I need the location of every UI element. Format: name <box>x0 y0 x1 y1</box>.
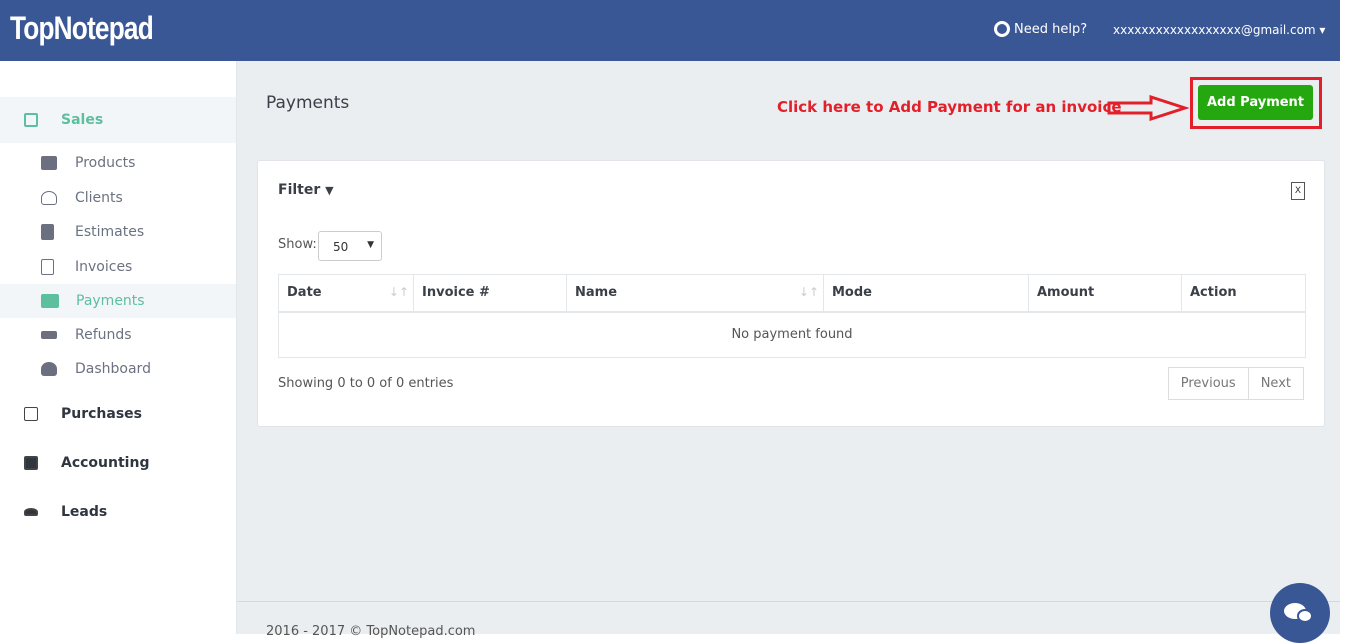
previous-button[interactable]: Previous <box>1167 367 1249 400</box>
label: Invoices <box>75 259 133 275</box>
chat-bubble-icon <box>1297 609 1313 623</box>
help-label: Need help? <box>1014 21 1088 37</box>
file-icon <box>41 224 54 240</box>
page-size-select[interactable]: 50 ▼ <box>318 231 382 261</box>
layers-icon <box>24 113 38 127</box>
empty-message: No payment found <box>278 311 1306 358</box>
label: Products <box>75 155 136 171</box>
excel-export-icon[interactable]: X <box>1291 182 1305 200</box>
page-size-value: 50 <box>333 240 349 254</box>
add-payment-button[interactable]: Add Payment <box>1198 85 1313 120</box>
chat-button[interactable] <box>1270 583 1330 643</box>
column-invoice: Invoice # <box>413 274 567 313</box>
label: Estimates <box>75 224 145 240</box>
column-name[interactable]: Name ↓↑ <box>566 274 824 313</box>
label: Accounting <box>61 455 150 471</box>
arrow-right-icon <box>1107 95 1189 121</box>
help-link[interactable]: Need help? <box>994 21 1087 37</box>
top-bar: TopNotepad Need help? xxxxxxxxxxxxxxxxxx… <box>0 0 1340 61</box>
column-amount: Amount <box>1028 274 1182 313</box>
label: Dashboard <box>75 361 151 377</box>
lifebuoy-icon <box>994 21 1010 37</box>
table-row: No payment found <box>278 311 1306 358</box>
footer-divider <box>237 601 1340 602</box>
user-menu[interactable]: xxxxxxxxxxxxxxxxxx@gmail.com ▾ <box>1113 23 1325 37</box>
label: Clients <box>75 190 123 206</box>
filter-toggle[interactable]: Filter ▼ <box>278 182 334 198</box>
label: Payments <box>76 293 145 309</box>
user-icon <box>41 191 57 205</box>
label: Sales <box>61 112 104 128</box>
sort-icon: ↓↑ <box>388 285 409 299</box>
logo[interactable]: TopNotepad <box>10 10 154 47</box>
sidebar-item-estimates[interactable]: Estimates <box>0 215 236 249</box>
sidebar-item-products[interactable]: Products <box>0 146 236 180</box>
header-label: Action <box>1190 285 1237 301</box>
users-icon <box>24 508 38 516</box>
sidebar-item-payments[interactable]: Payments <box>0 284 236 318</box>
column-mode: Mode <box>823 274 1029 313</box>
dashboard-icon <box>41 362 57 376</box>
sidebar-item-refunds[interactable]: Refunds <box>0 318 236 352</box>
caret-down-icon: ▼ <box>367 240 374 250</box>
header-label: Mode <box>832 285 872 301</box>
filter-label: Filter <box>278 182 321 198</box>
bar-chart-icon <box>24 456 38 470</box>
sidebar-section-leads[interactable]: Leads <box>0 489 236 535</box>
minus-square-icon <box>24 407 38 421</box>
footer-copyright: 2016 - 2017 © TopNotepad.com <box>266 624 476 639</box>
pagination: Previous Next <box>1167 367 1304 400</box>
label: Leads <box>61 504 108 520</box>
header-label: Invoice # <box>422 285 490 301</box>
scrollbar-area <box>1340 0 1360 634</box>
sort-icon: ↓↑ <box>798 285 819 299</box>
sidebar: Sales Products Clients Estimates Invoice… <box>0 61 237 634</box>
header-label: Amount <box>1037 285 1095 301</box>
exchange-icon <box>41 331 57 339</box>
next-button[interactable]: Next <box>1248 367 1304 400</box>
column-date[interactable]: Date ↓↑ <box>278 274 414 313</box>
payments-card: Filter ▼ X Show: 50 ▼ Date ↓↑ Invoice # Na… <box>257 160 1325 427</box>
annotation-text: Click here to Add Payment for an invoice <box>777 98 1122 116</box>
sidebar-item-clients[interactable]: Clients <box>0 181 236 215</box>
sidebar-item-invoices[interactable]: Invoices <box>0 250 236 284</box>
filter-icon: ▼ <box>325 184 334 197</box>
label: Refunds <box>75 327 132 343</box>
show-label: Show: <box>278 237 317 252</box>
label: Purchases <box>61 406 143 422</box>
cubes-icon <box>41 156 57 170</box>
sidebar-section-purchases[interactable]: Purchases <box>0 391 236 437</box>
column-action: Action <box>1181 274 1306 313</box>
payments-table: Date ↓↑ Invoice # Name ↓↑ Mode Amount Acti… <box>278 274 1306 358</box>
header-label: Name <box>575 285 618 301</box>
file-outline-icon <box>41 259 54 275</box>
table-info: Showing 0 to 0 of 0 entries <box>278 376 454 391</box>
sidebar-section-accounting[interactable]: Accounting <box>0 440 236 486</box>
sidebar-section-sales[interactable]: Sales <box>0 97 236 143</box>
credit-card-icon <box>41 294 59 308</box>
header-label: Date <box>287 285 322 301</box>
sidebar-item-dashboard[interactable]: Dashboard <box>0 352 236 386</box>
page-title: Payments <box>266 93 350 113</box>
